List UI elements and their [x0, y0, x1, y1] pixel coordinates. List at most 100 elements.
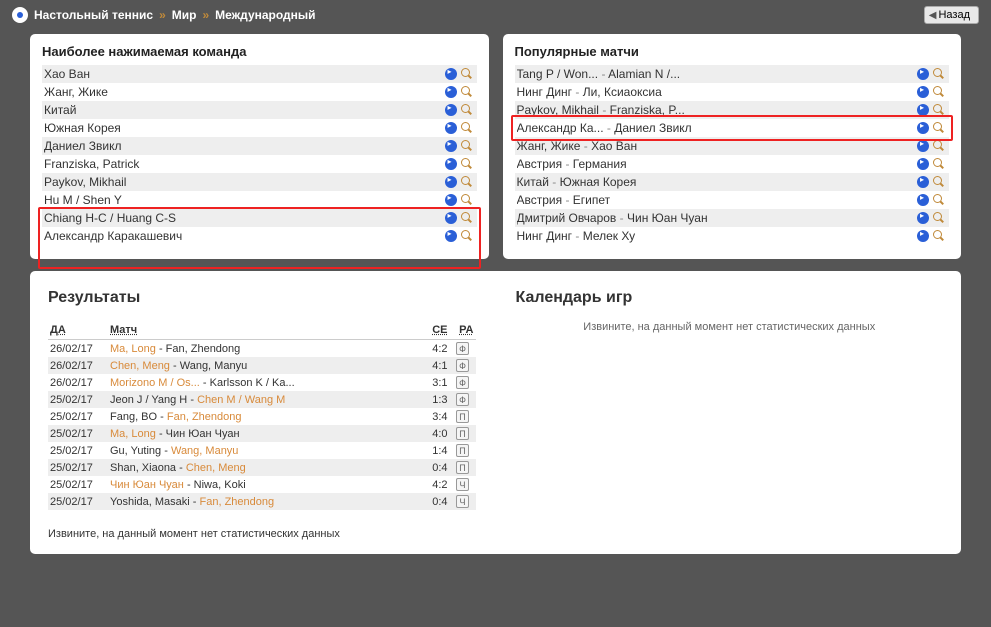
play-icon[interactable] [445, 176, 457, 188]
play-icon[interactable] [917, 68, 929, 80]
result-score: 0:4 [424, 459, 450, 476]
magnify-icon[interactable] [933, 212, 945, 224]
magnify-icon[interactable] [461, 86, 473, 98]
magnify-icon[interactable] [461, 122, 473, 134]
play-icon[interactable] [917, 176, 929, 188]
play-icon[interactable] [917, 230, 929, 242]
magnify-icon[interactable] [933, 104, 945, 116]
result-row[interactable]: 25/02/17Shan, Xiaona - Chen, Meng0:4П [48, 459, 476, 476]
result-row[interactable]: 26/02/17Chen, Meng - Wang, Manyu4:1Ф [48, 357, 476, 374]
magnify-icon[interactable] [461, 158, 473, 170]
bottom-note: Извините, на данный момент нет статистич… [48, 528, 476, 540]
team-row[interactable]: Китай [42, 101, 477, 119]
header-score[interactable]: СЕ [424, 321, 450, 340]
team-row[interactable]: Chiang H-C / Huang C-S [42, 209, 477, 227]
team-row[interactable]: Жанг, Жике [42, 83, 477, 101]
team-row[interactable]: Franziska, Patrick [42, 155, 477, 173]
play-icon[interactable] [917, 122, 929, 134]
play-icon[interactable] [445, 68, 457, 80]
match-row[interactable]: Австрия - Германия [515, 155, 950, 173]
magnify-icon[interactable] [933, 68, 945, 80]
match-text: Tang P / Won... - Alamian N /... [517, 67, 918, 81]
team-row[interactable]: Хао Ван [42, 65, 477, 83]
result-row[interactable]: 25/02/17Jeon J / Yang H - Chen M / Wang … [48, 391, 476, 408]
result-date: 25/02/17 [48, 391, 108, 408]
team-name: Южная Корея [44, 121, 445, 135]
play-icon[interactable] [445, 194, 457, 206]
magnify-icon[interactable] [933, 86, 945, 98]
magnify-icon[interactable] [461, 176, 473, 188]
result-round: Ф [450, 357, 476, 374]
magnify-icon[interactable] [933, 158, 945, 170]
result-round: Ф [450, 391, 476, 408]
team-row[interactable]: Paykov, Mikhail [42, 173, 477, 191]
match-row[interactable]: Tang P / Won... - Alamian N /... [515, 65, 950, 83]
header-date[interactable]: ДА [48, 321, 108, 340]
play-icon[interactable] [445, 122, 457, 134]
result-round: Ч [450, 476, 476, 493]
result-row[interactable]: 26/02/17Ma, Long - Fan, Zhendong4:2Ф [48, 340, 476, 358]
result-row[interactable]: 25/02/17Ma, Long - Чин Юан Чуан4:0П [48, 425, 476, 442]
match-row[interactable]: Китай - Южная Корея [515, 173, 950, 191]
match-row[interactable]: Paykov, Mikhail - Franziska, P... [515, 101, 950, 119]
result-score: 4:1 [424, 357, 450, 374]
magnify-icon[interactable] [461, 140, 473, 152]
result-row[interactable]: 25/02/17Чин Юан Чуан - Niwa, Koki4:2Ч [48, 476, 476, 493]
team-row[interactable]: Южная Корея [42, 119, 477, 137]
match-row[interactable]: Нинг Динг - Ли, Ксиаоксиа [515, 83, 950, 101]
header-ra[interactable]: РА [450, 321, 476, 340]
magnify-icon[interactable] [461, 212, 473, 224]
result-row[interactable]: 25/02/17Yoshida, Masaki - Fan, Zhendong0… [48, 493, 476, 510]
magnify-icon[interactable] [461, 194, 473, 206]
play-icon[interactable] [917, 158, 929, 170]
result-row[interactable]: 26/02/17Morizono M / Os... - Karlsson K … [48, 374, 476, 391]
play-icon[interactable] [917, 212, 929, 224]
breadcrumb: Настольный теннис » Мир » Международный [12, 7, 316, 23]
breadcrumb-region[interactable]: Мир [172, 8, 197, 22]
team-name: Chiang H-C / Huang C-S [44, 211, 445, 225]
play-icon[interactable] [917, 86, 929, 98]
match-row[interactable]: Дмитрий Овчаров - Чин Юан Чуан [515, 209, 950, 227]
team-name: Жанг, Жике [44, 85, 445, 99]
team-name: Paykov, Mikhail [44, 175, 445, 189]
match-row[interactable]: Нинг Динг - Мелек Ху [515, 227, 950, 245]
match-row[interactable]: Александр Ка... - Даниел Звикл [515, 119, 950, 137]
team-row[interactable]: Александр Каракашевич [42, 227, 477, 245]
match-text: Нинг Динг - Ли, Ксиаоксиа [517, 85, 918, 99]
popular-matches-card: Популярные матчи Tang P / Won... - Alami… [503, 34, 962, 259]
magnify-icon[interactable] [933, 122, 945, 134]
play-icon[interactable] [445, 104, 457, 116]
magnify-icon[interactable] [933, 230, 945, 242]
play-icon[interactable] [445, 140, 457, 152]
play-icon[interactable] [445, 230, 457, 242]
back-button[interactable]: Назад [924, 6, 979, 24]
header-match[interactable]: Матч [108, 321, 424, 340]
calendar-column: Календарь игр Извините, на данный момент… [516, 289, 944, 540]
result-row[interactable]: 25/02/17Gu, Yuting - Wang, Manyu1:4П [48, 442, 476, 459]
team-name: Хао Ван [44, 67, 445, 81]
team-row[interactable]: Hu M / Shen Y [42, 191, 477, 209]
topbar: Настольный теннис » Мир » Международный … [0, 0, 991, 34]
magnify-icon[interactable] [461, 68, 473, 80]
play-icon[interactable] [917, 104, 929, 116]
result-row[interactable]: 25/02/17Fang, BO - Fan, Zhendong3:4П [48, 408, 476, 425]
team-row[interactable]: Даниел Звикл [42, 137, 477, 155]
match-row[interactable]: Жанг, Жике - Хао Ван [515, 137, 950, 155]
magnify-icon[interactable] [933, 194, 945, 206]
magnify-icon[interactable] [461, 104, 473, 116]
match-row[interactable]: Австрия - Египет [515, 191, 950, 209]
popular-matches-title: Популярные матчи [515, 44, 950, 59]
breadcrumb-sport[interactable]: Настольный теннис [34, 8, 153, 22]
play-icon[interactable] [445, 158, 457, 170]
play-icon[interactable] [445, 86, 457, 98]
result-round: Ч [450, 493, 476, 510]
play-icon[interactable] [917, 140, 929, 152]
results-header-row: ДА Матч СЕ РА [48, 321, 476, 340]
breadcrumb-sep-icon: » [159, 8, 166, 22]
magnify-icon[interactable] [933, 176, 945, 188]
magnify-icon[interactable] [933, 140, 945, 152]
play-icon[interactable] [917, 194, 929, 206]
magnify-icon[interactable] [461, 230, 473, 242]
play-icon[interactable] [445, 212, 457, 224]
breadcrumb-league[interactable]: Международный [215, 8, 315, 22]
